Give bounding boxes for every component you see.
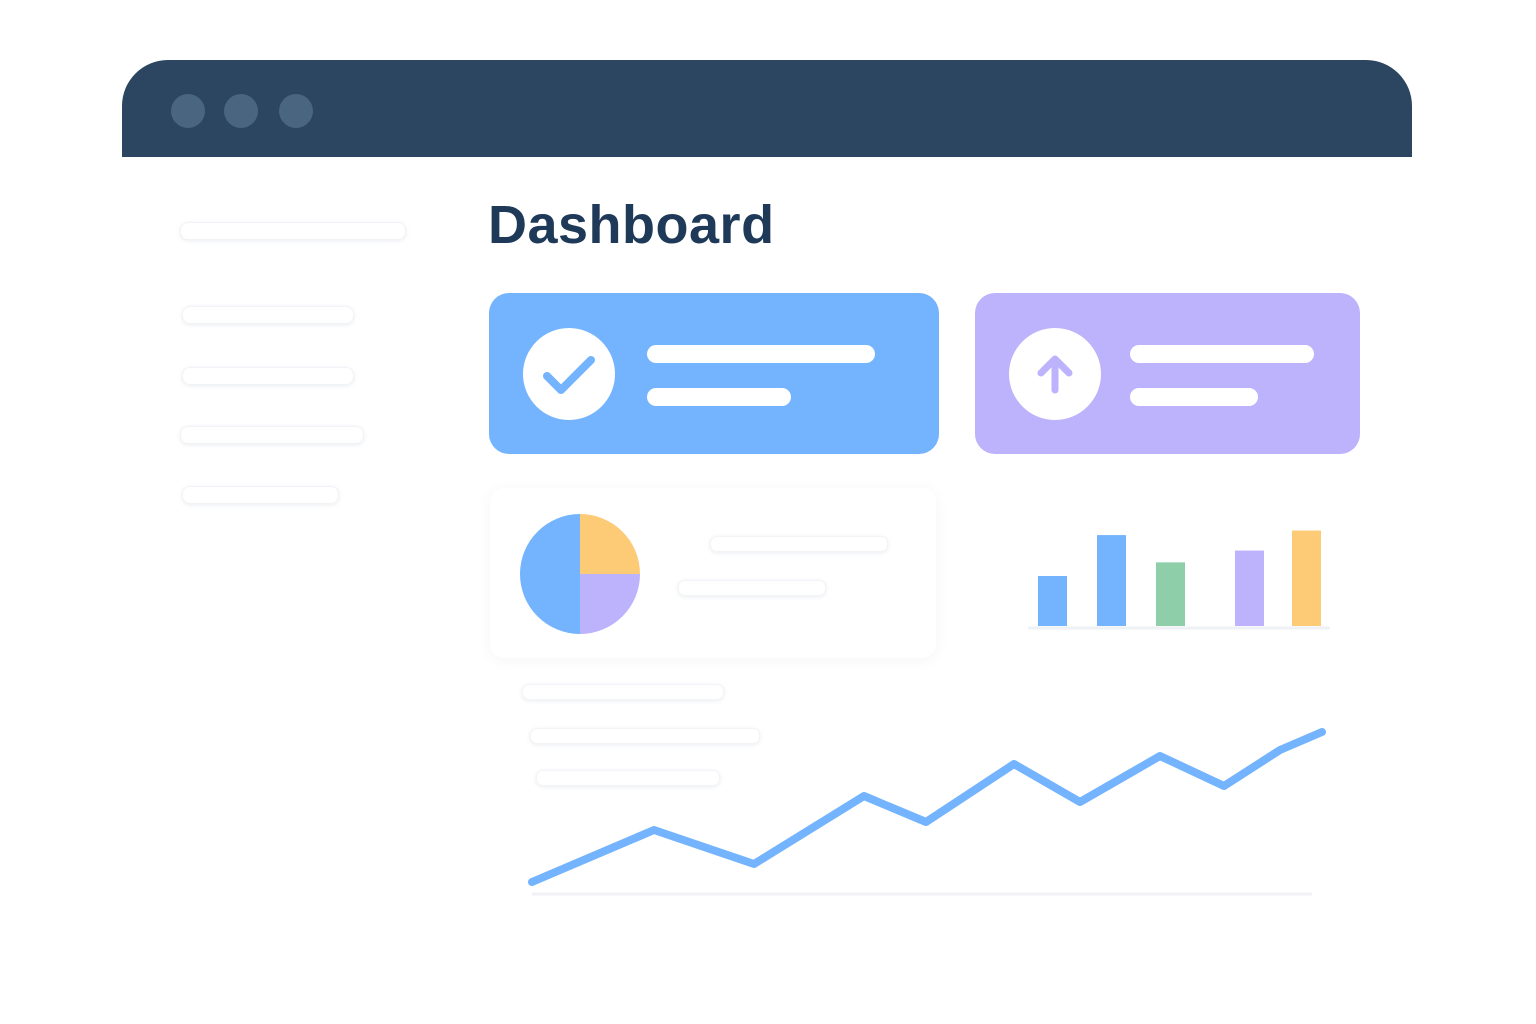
pie-slice	[520, 514, 580, 634]
panel-text-line	[522, 684, 724, 700]
window-maximize-button[interactable]	[279, 94, 313, 128]
check-icon	[543, 356, 595, 394]
sidebar-item[interactable]	[182, 306, 354, 324]
bar	[1097, 535, 1126, 626]
pie-chart-panel	[490, 488, 936, 658]
status-card-completed[interactable]	[489, 293, 939, 454]
card-text-line	[647, 345, 875, 363]
bar-chart	[1028, 530, 1330, 630]
bar	[1292, 530, 1321, 626]
sidebar-item[interactable]	[182, 486, 339, 504]
card-text-line	[1130, 345, 1314, 363]
bar	[1038, 576, 1067, 626]
card-text-line	[647, 388, 791, 406]
bar-chart-panel	[980, 488, 1372, 658]
arrow-up-icon	[1037, 355, 1073, 394]
panel-text-line	[678, 580, 826, 596]
check-icon-circle	[523, 328, 615, 420]
pie-slice	[580, 514, 640, 574]
pie-chart	[520, 514, 640, 634]
bar	[1156, 562, 1185, 626]
window-minimize-button[interactable]	[224, 94, 258, 128]
card-text-line	[1130, 388, 1258, 406]
line-chart	[528, 728, 1326, 896]
panel-text-line	[710, 536, 888, 552]
page-title: Dashboard	[488, 195, 775, 255]
series-line	[528, 728, 1326, 886]
window-titlebar	[122, 60, 1412, 157]
sidebar-item[interactable]	[182, 367, 354, 385]
arrow-up-icon-circle	[1009, 328, 1101, 420]
sidebar-item[interactable]	[180, 222, 406, 240]
window-close-button[interactable]	[171, 94, 205, 128]
bar	[1235, 550, 1264, 626]
pie-slice	[580, 574, 640, 634]
sidebar-item[interactable]	[180, 426, 364, 444]
browser-window: Dashboard	[122, 60, 1412, 960]
status-card-upload[interactable]	[975, 293, 1360, 454]
